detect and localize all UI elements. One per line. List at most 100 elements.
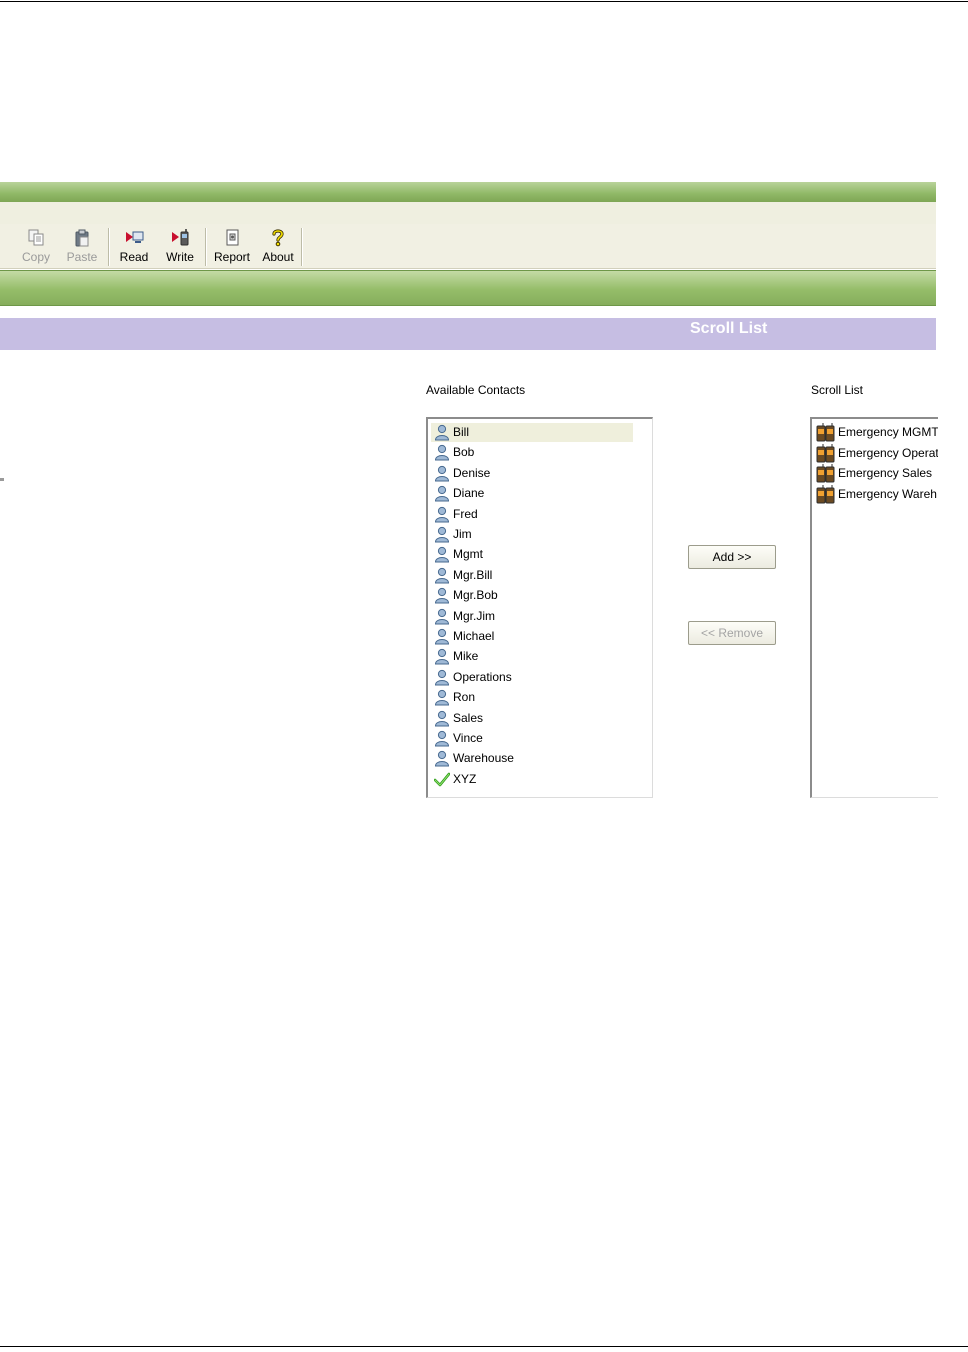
paste-icon: [75, 229, 89, 247]
contact-list-item[interactable]: Mike: [431, 647, 633, 666]
person-icon: [434, 669, 450, 686]
scroll-item-name: Emergency Wareh: [838, 486, 937, 501]
navigation-bar: [0, 270, 936, 306]
scroll-item-name: Emergency MGMT: [838, 425, 938, 439]
read-radio-icon: [126, 231, 144, 243]
checkmark-icon: [434, 772, 450, 787]
person-icon: [434, 710, 450, 727]
report-icon: [226, 229, 239, 246]
scroll-list-box[interactable]: Emergency MGMT Emergency Operat Emergency …: [810, 417, 938, 798]
scroll-item-name: Emergency Operat: [838, 445, 938, 460]
copy-icon: [28, 229, 44, 246]
person-icon: [434, 445, 450, 461]
contact-list-item[interactable]: Denise: [431, 464, 633, 483]
contact-name: Bill: [453, 425, 470, 439]
contact-list-item[interactable]: Ron: [431, 688, 633, 707]
write-button[interactable]: Write: [162, 228, 198, 266]
menu-bar: [0, 202, 936, 225]
copy-label: Copy: [21, 250, 50, 264]
person-icon: [434, 751, 450, 767]
app-title-bar: [0, 182, 936, 203]
scroll-item-name: Emergency Sales: [838, 466, 933, 480]
contact-name: Bob: [453, 445, 475, 460]
person-icon: [434, 486, 450, 502]
read-button[interactable]: Read: [116, 228, 152, 266]
contact-name: Vince: [453, 731, 483, 745]
contact-list-item[interactable]: Michael: [431, 627, 633, 646]
write-label: Write: [166, 250, 194, 264]
contact-list-item[interactable]: Warehouse: [431, 749, 633, 768]
report-label: Report: [213, 250, 251, 264]
contact-list-item[interactable]: Fred: [431, 505, 633, 524]
contact-list-item[interactable]: Jim: [431, 525, 633, 544]
contact-list-item[interactable]: Diane: [431, 484, 633, 503]
toolbar-separator: [301, 228, 302, 266]
contact-name: Jim: [453, 527, 472, 541]
scroll-list-item[interactable]: Emergency Wareh: [814, 484, 937, 504]
person-icon: [434, 608, 450, 625]
contact-list-item[interactable]: Operations: [431, 668, 633, 687]
person-icon: [434, 628, 450, 645]
page-bottom-rule: [0, 1346, 968, 1347]
contact-list-item[interactable]: Mgr.Jim: [431, 607, 633, 626]
contact-name: Fred: [453, 506, 478, 521]
copy-button[interactable]: Copy: [20, 228, 52, 266]
contact-list-item[interactable]: XYZ: [431, 770, 633, 789]
write-radio-icon: [172, 229, 189, 246]
toolbar-separator: [205, 228, 206, 266]
about-label: About: [262, 250, 294, 264]
contact-name: Mgmt: [453, 547, 483, 562]
read-label: Read: [119, 250, 149, 264]
contact-name: XYZ: [453, 771, 477, 786]
add-button[interactable]: Add >>: [688, 545, 776, 569]
toolbar-separator: [108, 228, 109, 266]
person-icon: [434, 526, 450, 543]
contact-list-item[interactable]: Vince: [431, 729, 633, 748]
contact-list-item[interactable]: Bob: [431, 443, 633, 462]
toolbar: Copy Paste Read Write Report About: [0, 224, 936, 481]
contact-list-item[interactable]: Sales: [431, 709, 633, 728]
contact-name: Diane: [453, 486, 485, 501]
contact-list-item[interactable]: Bill: [431, 423, 633, 442]
page-top-rule: [0, 1, 968, 2]
contact-name: Mgr.Jim: [453, 608, 495, 623]
person-icon: [434, 424, 450, 441]
scroll-list-item[interactable]: Emergency MGMT: [814, 422, 938, 442]
person-icon: [434, 588, 450, 604]
radio-icon: [816, 484, 835, 503]
about-button[interactable]: About: [259, 228, 297, 266]
section-header: Scroll List: [0, 318, 936, 350]
contact-name: Michael: [453, 629, 495, 643]
report-button[interactable]: Report: [211, 228, 253, 266]
contact-name: Operations: [453, 669, 512, 684]
scroll-list-label: Scroll List: [811, 383, 864, 397]
scroll-list-item[interactable]: Emergency Sales: [814, 463, 932, 483]
person-icon: [434, 730, 450, 747]
available-contacts-list[interactable]: Bill Bob Denise Diane Fred Jim Mgmt Mgr.Bill Mgr…: [426, 417, 653, 798]
remove-button[interactable]: << Remove: [688, 621, 776, 645]
contact-name: Ron: [453, 690, 476, 705]
radio-icon: [816, 464, 835, 483]
person-icon: [434, 465, 450, 482]
contact-name: Mike: [453, 649, 479, 664]
toolbar-cut-stub: [0, 478, 4, 481]
help-question-icon: [272, 229, 284, 247]
person-icon: [434, 690, 450, 706]
scroll-list-item[interactable]: Emergency Operat: [814, 443, 938, 463]
person-icon: [434, 567, 450, 584]
contact-list-item[interactable]: Mgmt: [431, 545, 633, 564]
contact-name: Mgr.Bill: [453, 567, 493, 582]
available-contacts-label: Available Contacts: [426, 383, 526, 397]
person-icon: [434, 506, 450, 523]
radio-icon: [816, 443, 835, 462]
contact-list-item[interactable]: Mgr.Bob: [431, 586, 633, 605]
paste-label: Paste: [66, 250, 98, 264]
person-icon: [434, 649, 450, 665]
contact-list-item[interactable]: Mgr.Bill: [431, 566, 633, 585]
paste-button[interactable]: Paste: [64, 228, 100, 266]
section-title: Scroll List: [690, 320, 768, 337]
radio-icon: [816, 423, 835, 442]
contact-name: Mgr.Bob: [453, 588, 498, 603]
contact-name: Denise: [453, 465, 491, 480]
person-icon: [434, 547, 450, 563]
